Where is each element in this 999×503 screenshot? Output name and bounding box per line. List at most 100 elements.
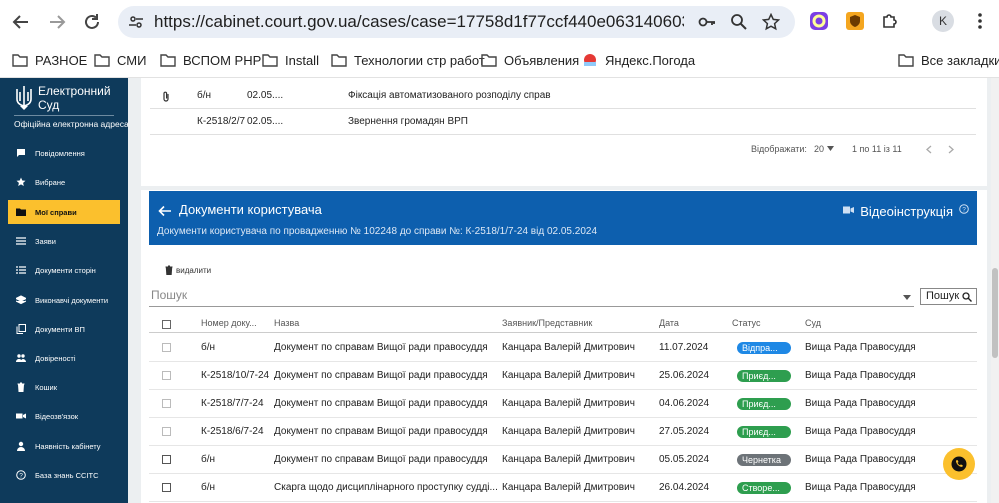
back-button[interactable] [10,11,32,33]
cell-applicant: Канцара Валерій Дмитрович [502,398,635,409]
site-settings-icon [129,16,143,28]
sidebar-item-applications[interactable]: Заяви [8,229,120,253]
sidebar-item-my-cases[interactable]: Мої справи [8,200,120,224]
table-row[interactable]: б/н Документ по справам Вищої ради правос… [149,446,977,474]
key-icon[interactable] [698,13,716,31]
extension-colorful-icon[interactable] [809,11,829,31]
sidebar-item-party-documents[interactable]: Документи сторін [8,258,120,282]
table-row[interactable]: б/н Документ по справам Вищої ради правос… [149,334,977,362]
caret-down-icon[interactable] [827,146,834,151]
person-icon [17,441,25,451]
column-header[interactable]: Назва [274,318,299,328]
column-header[interactable]: Номер доку... [201,318,257,328]
folder-icon [94,54,110,67]
bookmark-folder[interactable]: Объявления [481,51,579,69]
bookmark-folder[interactable]: РАЗНОЕ [12,51,87,69]
folder-icon [481,54,497,67]
bookmark-folder[interactable]: Технологии стр работ [331,51,485,69]
row-checkbox[interactable] [162,427,171,436]
arrow-left-icon[interactable] [158,205,172,217]
cell-num: б/н [201,342,216,353]
chevron-right-icon[interactable] [947,145,955,154]
support-call-button[interactable] [943,448,975,480]
cell-applicant: Канцара Валерій Дмитрович [502,370,635,381]
reload-icon [85,14,99,29]
chevron-left-icon[interactable] [925,145,933,154]
cell-applicant: Канцара Валерій Дмитрович [502,426,635,437]
address-bar[interactable]: https://cabinet.court.gov.ua/cases/case=… [118,6,795,38]
column-header[interactable]: Суд [805,318,821,328]
bookmark-folder[interactable]: СМИ [94,51,146,69]
sidebar-item-knowledge-base[interactable]: ? База знань ССІТС [8,463,120,487]
column-header[interactable]: Статус [732,318,760,328]
sidebar-item-executive-documents[interactable]: Виконавчі документи [8,288,120,312]
search-button[interactable]: Пошук [920,288,977,305]
select-all-checkbox[interactable] [162,320,171,329]
folder-icon [331,54,347,67]
status-badge: Відпра... [737,342,791,354]
video-camera-icon [843,206,854,214]
sidebar: Електронний Суд Офіційна електронна адре… [0,78,129,503]
table-row[interactable]: б/н 02.05.... Фіксація автоматизованого … [150,82,976,109]
help-circle-icon[interactable]: ? [959,204,969,214]
message-icon [17,149,25,157]
sidebar-item-video-call[interactable]: Відеозв'язок [8,404,120,428]
table-row[interactable]: К-2518/6/7-24 Документ по справам Вищої р… [149,418,977,446]
cell-date: 05.05.2024 [659,454,710,465]
status-badge: Створе... [737,482,791,494]
brand-name: Електронний Суд [38,84,111,112]
forward-button[interactable] [46,11,68,33]
bookmark-folder[interactable]: ВСПОМ РНР [160,51,261,69]
sidebar-item-powers-of-attorney[interactable]: Довіреності [8,346,120,370]
profile-avatar[interactable]: K [932,10,954,32]
trident-logo-icon [16,86,32,110]
sidebar-item-cabinet-availability[interactable]: Наявність кабінету [8,434,120,458]
per-page-select[interactable]: 20 [814,144,824,154]
row-checkbox[interactable] [162,399,171,408]
folder-icon [12,54,28,67]
row-checkbox[interactable] [162,455,171,464]
address-row: https://cabinet.court.gov.ua/cases/case=… [0,0,999,43]
star-bookmark-icon[interactable] [762,13,780,31]
sidebar-item-favorites[interactable]: Вибране [8,170,120,194]
sidebar-item-notifications[interactable]: Повідомлення [8,141,120,165]
cell-date: 25.06.2024 [659,370,710,381]
reload-button[interactable] [81,11,103,33]
help-icon: ? [16,470,26,480]
menu-dots-icon[interactable] [970,11,990,31]
table-row[interactable]: К-2518/10/7-24 Документ по справам Вищої … [149,362,977,390]
cell-court: Вища Рада Правосуддя [805,370,916,381]
phone-icon [951,456,967,472]
cell-num: б/н [201,482,216,493]
row-checkbox[interactable] [162,371,171,380]
folder-icon [898,54,914,67]
table-row[interactable]: б/н Скарга щодо дисциплінарного проступку… [149,474,977,502]
delete-button[interactable]: видалити [165,265,211,275]
search-input[interactable]: Пошук [149,286,914,307]
column-header[interactable]: Дата [659,318,679,328]
brand-subtitle: Офіційна електронна адреса [14,115,129,129]
all-bookmarks[interactable]: Все закладки [898,51,999,69]
sidebar-item-trash[interactable]: Кошик [8,375,120,399]
table-row[interactable]: К-2518/2/7 02.05.... Звернення громадян … [150,108,976,135]
zoom-icon[interactable] [730,13,748,31]
scrollbar-thumb[interactable] [992,268,998,358]
table-row[interactable]: К-2518/7/7-24 Документ по справам Вищої р… [149,390,977,418]
caret-down-icon[interactable] [903,295,911,300]
row-checkbox[interactable] [162,483,171,492]
cell-title: Документ по справам Вищої ради правосудд… [274,342,488,353]
cell-date: 04.06.2024 [659,398,710,409]
cell-court: Вища Рада Правосуддя [805,426,916,437]
trash-icon [17,382,25,392]
sidebar-item-vp-documents[interactable]: Документи ВП [8,317,120,341]
extension-shield-icon[interactable] [845,11,865,31]
page-scrollbar[interactable] [991,78,999,503]
row-checkbox[interactable] [162,343,171,352]
page-subtitle: Документи користувача по провадженню № 1… [157,226,598,237]
bookmark-weather[interactable]: Яндекс.Погода [582,51,695,69]
cell-num: б/н [201,454,216,465]
bookmark-folder[interactable]: Install [262,51,319,69]
extensions-puzzle-icon[interactable] [880,11,900,31]
column-header[interactable]: Заявник/Представник [502,318,592,328]
video-instruction-link[interactable]: Відеоінструкція [860,204,953,219]
